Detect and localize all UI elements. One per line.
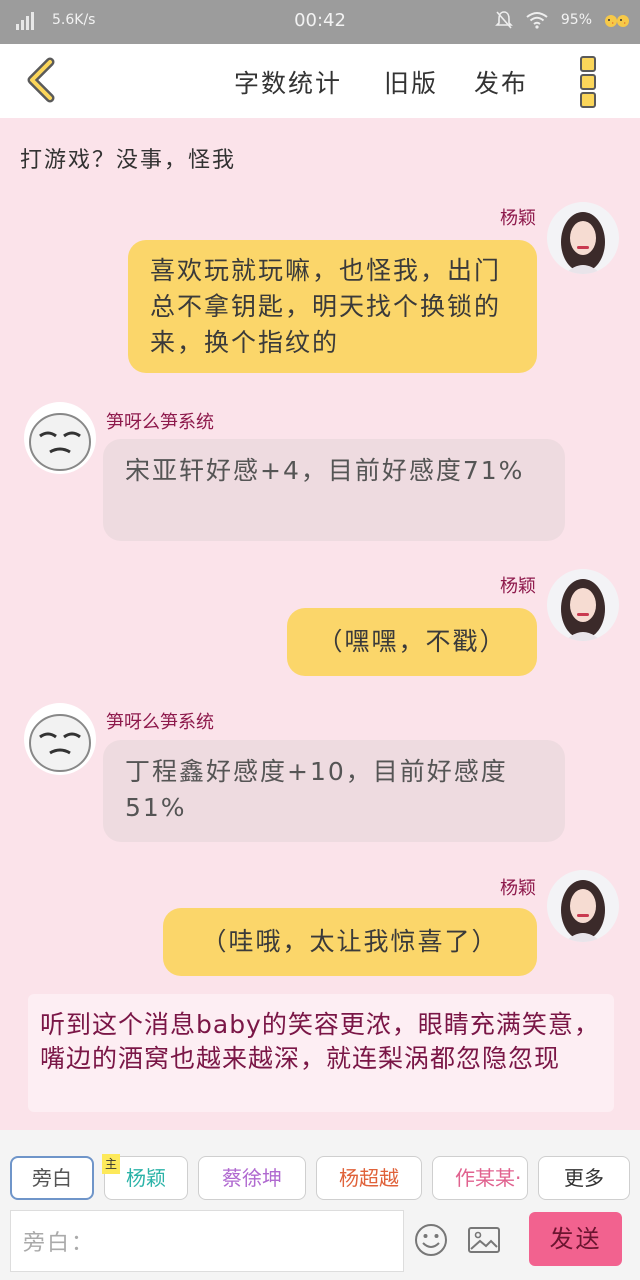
- more-roles-button[interactable]: 更多: [538, 1156, 630, 1200]
- message-input[interactable]: 旁白：: [10, 1210, 404, 1272]
- avatar-system[interactable]: [24, 703, 96, 775]
- role-chip-other[interactable]: 作某某·: [432, 1156, 528, 1200]
- speaker-name: 笋呀么笋系统: [106, 712, 214, 733]
- chat-area: 打游戏？没事，怪我 杨颖 喜欢玩就玩嘛，也怪我，出门总不拿钥匙，明天找个换锁的来…: [0, 118, 640, 1130]
- battery-level: 95%: [560, 12, 592, 28]
- speaker-name: 杨颖: [500, 208, 536, 229]
- message-bubble[interactable]: 丁程鑫好感度+10，目前好感度51%: [103, 740, 565, 842]
- speaker-name: 杨颖: [500, 576, 536, 597]
- word-count-button[interactable]: 字数统计: [234, 64, 342, 100]
- image-icon[interactable]: [466, 1222, 502, 1258]
- message-bubble[interactable]: （哇哦，太让我惊喜了）: [163, 908, 537, 976]
- message-bubble[interactable]: （嘿嘿，不戳）: [287, 608, 537, 676]
- role-chip-caixukun[interactable]: 蔡徐坤: [198, 1156, 306, 1200]
- avatar-system[interactable]: [24, 402, 96, 474]
- role-chip-yangchaoyue[interactable]: 杨超越: [316, 1156, 422, 1200]
- narration-line: 打游戏？没事，怪我: [20, 148, 237, 173]
- avatar-yangying[interactable]: [547, 870, 619, 942]
- speaker-name: 笋呀么笋系统: [106, 412, 214, 433]
- more-menu-icon[interactable]: [580, 56, 600, 108]
- status-bar: 5.6K/s 00:42 95%: [0, 0, 640, 44]
- role-chip-narrator[interactable]: 旁白: [10, 1156, 94, 1200]
- avatar-yangying[interactable]: [547, 202, 619, 274]
- mute-bell-icon: [494, 11, 513, 29]
- composer-area: 旁白 杨颖 主 蔡徐坤 杨超越 作某某· 更多 旁白： 发送: [0, 1130, 640, 1280]
- emoji-icon[interactable]: [413, 1222, 449, 1258]
- narration-block[interactable]: 听到这个消息baby的笑容更浓，眼睛充满笑意，嘴边的酒窝也越来越深，就连梨涡都忽…: [28, 994, 614, 1112]
- top-toolbar: 字数统计 旧版 发布: [0, 44, 640, 118]
- chick-icon: [605, 15, 629, 27]
- message-bubble[interactable]: 喜欢玩就玩嘛，也怪我，出门总不拿钥匙，明天找个换锁的来，换个指纹的: [128, 240, 537, 373]
- avatar-yangying[interactable]: [547, 569, 619, 641]
- old-version-button[interactable]: 旧版: [384, 64, 438, 100]
- speaker-name: 杨颖: [500, 878, 536, 899]
- publish-button[interactable]: 发布: [474, 64, 528, 100]
- wifi-icon: [526, 12, 548, 29]
- send-button[interactable]: 发送: [529, 1212, 622, 1266]
- message-bubble[interactable]: 宋亚轩好感+4，目前好感度71%: [103, 439, 565, 541]
- main-role-badge: 主: [102, 1154, 120, 1174]
- back-arrow-icon[interactable]: [22, 56, 62, 104]
